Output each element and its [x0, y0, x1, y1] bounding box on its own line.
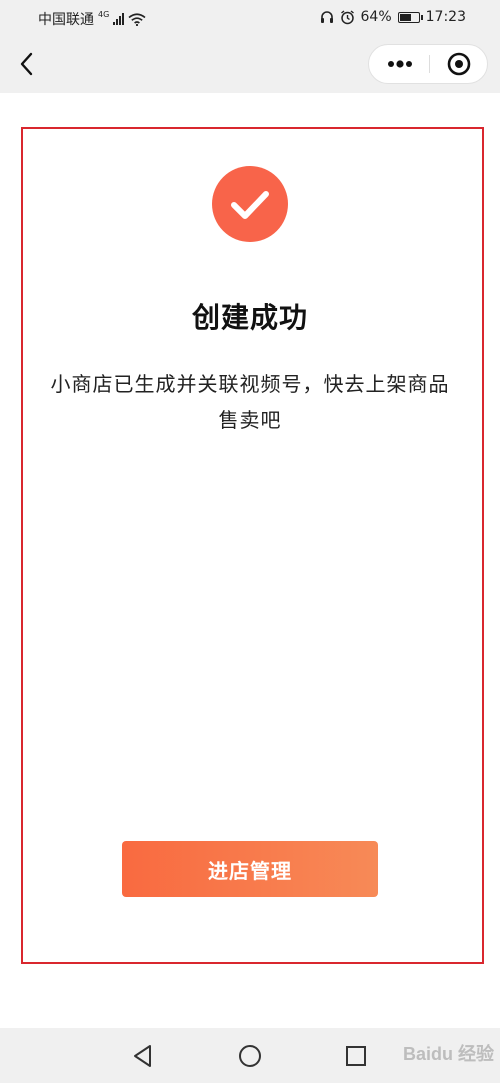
close-button[interactable]	[430, 45, 488, 83]
network-type: 4G	[98, 9, 110, 19]
circle-home-icon	[239, 1045, 261, 1067]
success-description: 小商店已生成并关联视频号，快去上架商品售卖吧	[50, 372, 450, 432]
watermark: Baidu 经验	[402, 1044, 494, 1064]
mini-program-capsule	[368, 44, 488, 84]
manage-store-button[interactable]: 进店管理	[122, 841, 378, 897]
battery-percent: 64%	[360, 9, 392, 25]
status-bar: 中国联通 4G 64% 17:23	[0, 0, 500, 36]
signal-icon	[113, 13, 125, 25]
system-back-button[interactable]	[130, 1043, 156, 1069]
clock-time: 17:23	[425, 9, 466, 25]
chevron-left-icon	[20, 52, 33, 76]
system-home-button[interactable]	[238, 1044, 262, 1068]
page-title: 创建成功	[191, 301, 308, 334]
more-button[interactable]	[369, 45, 429, 83]
battery-icon	[397, 11, 423, 23]
check-circle-icon	[212, 166, 288, 242]
highlight-frame	[21, 127, 484, 964]
alarm-icon	[340, 9, 354, 24]
status-left: 中国联通 4G	[38, 9, 146, 29]
system-nav-bar: Baidu 经验	[0, 1028, 500, 1083]
success-badge	[212, 166, 288, 242]
system-recents-button[interactable]	[344, 1044, 368, 1068]
triangle-back-icon	[134, 1045, 151, 1067]
more-dots-icon	[388, 60, 412, 68]
status-right: 64% 17:23	[320, 9, 466, 25]
carrier-name: 中国联通	[38, 12, 94, 28]
nav-bar	[0, 36, 500, 93]
square-recents-icon	[346, 1046, 366, 1066]
target-circle-icon	[447, 52, 471, 76]
headset-icon	[320, 11, 333, 23]
back-button[interactable]	[14, 50, 42, 78]
wifi-icon	[128, 12, 146, 26]
